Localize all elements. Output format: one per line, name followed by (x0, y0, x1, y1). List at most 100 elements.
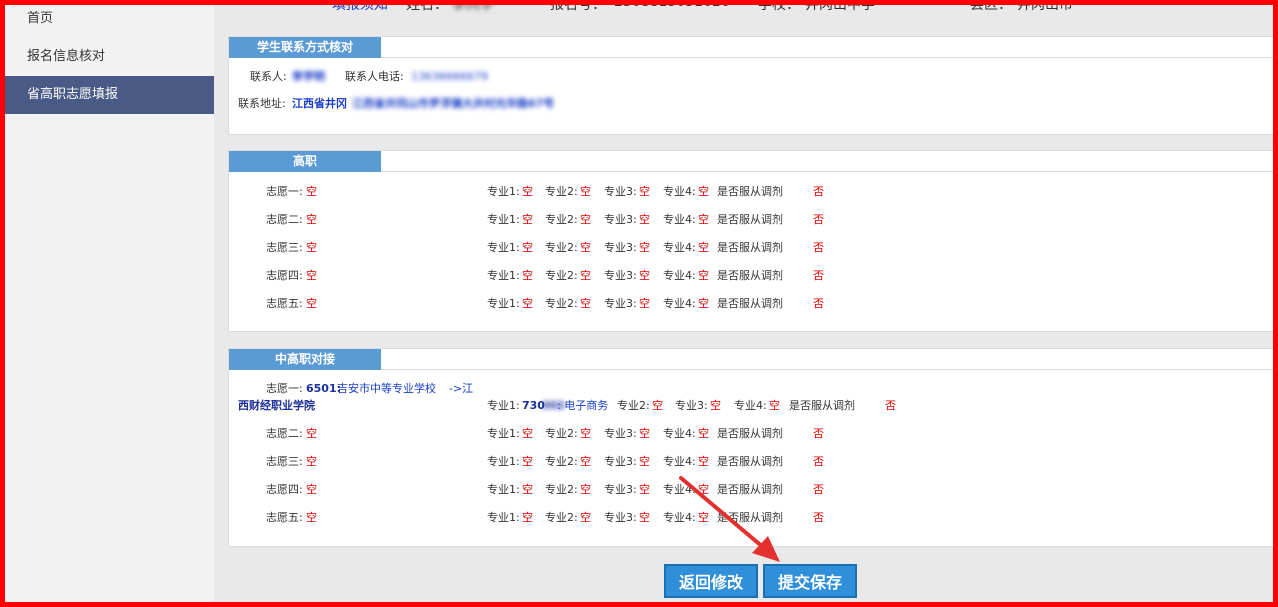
zhonggao-adjust-label: 是否服从调剂 (717, 427, 783, 440)
contact-address-label: 联系地址: (238, 97, 286, 110)
gaozhi-major4-label: 专业4: (663, 185, 696, 198)
gaozhi-major1-label: 专业1: (487, 213, 520, 226)
gaozhi-adjust-value: 否 (813, 269, 824, 282)
zhonggao-major1-value: 空 (522, 455, 533, 468)
zhonggao-major1-label: 专业1: (487, 427, 520, 440)
zhonggao-major4-value: 空 (698, 455, 709, 468)
county-label: 县区： (970, 0, 1012, 13)
zhonggao-major3-value: 空 (639, 483, 650, 496)
gaozhi-major1-label: 专业1: (487, 241, 520, 254)
reg-label: 报名号： (550, 0, 606, 13)
gaozhi-major4-value: 空 (698, 241, 709, 254)
gaozhi-major3-value: 空 (639, 185, 650, 198)
zhonggao-major3-label: 专业3: (604, 483, 637, 496)
zhonggao-first-major3-label: 专业3: (675, 399, 708, 412)
gaozhi-choice-label: 志愿一: (266, 185, 303, 198)
zhonggao-first-adjust-label: 是否服从调剂 (789, 399, 855, 412)
zhonggao-first-arrow: ->江 (449, 382, 474, 395)
gaozhi-major2-value: 空 (580, 213, 591, 226)
contact-person-label: 联系人: (250, 70, 287, 83)
gaozhi-choice-label: 志愿二: (266, 213, 303, 226)
gaozhi-major2-label: 专业2: (545, 269, 578, 282)
gaozhi-major3-value: 空 (639, 297, 650, 310)
zhonggao-major2-label: 专业2: (545, 483, 578, 496)
gaozhi-major4-value: 空 (698, 297, 709, 310)
gaozhi-adjust-label: 是否服从调剂 (717, 185, 783, 198)
zhonggao-major3-value: 空 (639, 427, 650, 440)
zhonggao-major2-label: 专业2: (545, 511, 578, 524)
zhonggao-major4-label: 专业4: (663, 483, 696, 496)
zhonggao-first-major4-value: 空 (769, 399, 780, 412)
zhonggao-panel-title: 中高职对接 (229, 349, 381, 370)
gaozhi-panel-title: 高职 (229, 151, 381, 172)
gaozhi-major1-label: 专业1: (487, 297, 520, 310)
instructions-link[interactable]: 填报须知 (332, 0, 388, 14)
sidebar: 首页 报名信息核对 省高职志愿填报 (5, 0, 214, 607)
gaozhi-major4-label: 专业4: (663, 213, 696, 226)
zhonggao-major4-label: 专业4: (663, 455, 696, 468)
gaozhi-major4-value: 空 (698, 269, 709, 282)
gaozhi-major4-label: 专业4: (663, 241, 696, 254)
zhonggao-choice-label: 志愿四: (266, 483, 303, 496)
zhonggao-choice-label: 志愿二: (266, 427, 303, 440)
zhonggao-major2-label: 专业2: (545, 427, 578, 440)
zhonggao-choice-value: 空 (306, 511, 317, 524)
zhonggao-major4-value: 空 (698, 511, 709, 524)
zhonggao-first-major1-name: : 电子商务 (557, 399, 609, 412)
gaozhi-major1-label: 专业1: (487, 269, 520, 282)
gaozhi-major4-value: 空 (698, 213, 709, 226)
zhonggao-major2-label: 专业2: (545, 455, 578, 468)
gaozhi-major2-value: 空 (580, 185, 591, 198)
gaozhi-major1-value: 空 (522, 185, 533, 198)
gaozhi-adjust-label: 是否服从调剂 (717, 269, 783, 282)
gaozhi-adjust-value: 否 (813, 185, 824, 198)
gaozhi-major1-label: 专业1: (487, 185, 520, 198)
gaozhi-major1-value: 空 (522, 213, 533, 226)
gaozhi-major3-value: 空 (639, 213, 650, 226)
zhonggao-major2-value: 空 (580, 427, 591, 440)
gaozhi-adjust-label: 是否服从调剂 (717, 297, 783, 310)
gaozhi-major4-value: 空 (698, 185, 709, 198)
zhonggao-major1-value: 空 (522, 511, 533, 524)
sidebar-item-vocational-application[interactable]: 省高职志愿填报 (5, 76, 214, 114)
gaozhi-major2-value: 空 (580, 297, 591, 310)
gaozhi-major1-value: 空 (522, 241, 533, 254)
back-modify-button[interactable]: 返回修改 (664, 564, 758, 598)
zhonggao-adjust-label: 是否服从调剂 (717, 483, 783, 496)
zhonggao-first-major1-label: 专业1: (487, 399, 520, 412)
gaozhi-major3-label: 专业3: (604, 213, 637, 226)
zhonggao-panel: 中高职对接 志愿一: 6501: 吉安市中等专业学校 ->江 西财经职业学院 专… (228, 348, 1274, 547)
main-content: 填报须知 姓名： 李同学 报名号： 2308813051026 学校： 井冈山中… (214, 0, 1274, 602)
zhonggao-major1-label: 专业1: (487, 511, 520, 524)
zhonggao-major3-label: 专业3: (604, 455, 637, 468)
zhonggao-adjust-value: 否 (813, 511, 824, 524)
sidebar-item-home[interactable]: 首页 (5, 0, 214, 38)
submit-save-button[interactable]: 提交保存 (763, 564, 857, 598)
zhonggao-adjust-value: 否 (813, 427, 824, 440)
gaozhi-major2-label: 专业2: (545, 241, 578, 254)
contact-person-value: 李学明 (292, 70, 325, 83)
zhonggao-first-major4-label: 专业4: (734, 399, 767, 412)
zhonggao-major1-value: 空 (522, 483, 533, 496)
zhonggao-major4-value: 空 (698, 483, 709, 496)
gaozhi-major3-label: 专业3: (604, 185, 637, 198)
zhonggao-adjust-value: 否 (813, 483, 824, 496)
zhonggao-adjust-label: 是否服从调剂 (717, 455, 783, 468)
zhonggao-major3-value: 空 (639, 455, 650, 468)
zhonggao-first-major2-label: 专业2: (617, 399, 650, 412)
gaozhi-choice-value: 空 (306, 213, 317, 226)
zhonggao-first-major3-value: 空 (710, 399, 721, 412)
zhonggao-major3-value: 空 (639, 511, 650, 524)
zhonggao-major3-label: 专业3: (604, 511, 637, 524)
gaozhi-adjust-value: 否 (813, 241, 824, 254)
contact-phone-label: 联系人电话: (345, 70, 404, 83)
zhonggao-choice-label: 志愿三: (266, 455, 303, 468)
zhonggao-major4-label: 专业4: (663, 427, 696, 440)
gaozhi-major1-value: 空 (522, 269, 533, 282)
gaozhi-choice-label: 志愿三: (266, 241, 303, 254)
gaozhi-major3-label: 专业3: (604, 241, 637, 254)
gaozhi-major3-value: 空 (639, 269, 650, 282)
gaozhi-major2-value: 空 (580, 241, 591, 254)
sidebar-item-registration-check[interactable]: 报名信息核对 (5, 38, 214, 76)
gaozhi-choice-label: 志愿四: (266, 269, 303, 282)
